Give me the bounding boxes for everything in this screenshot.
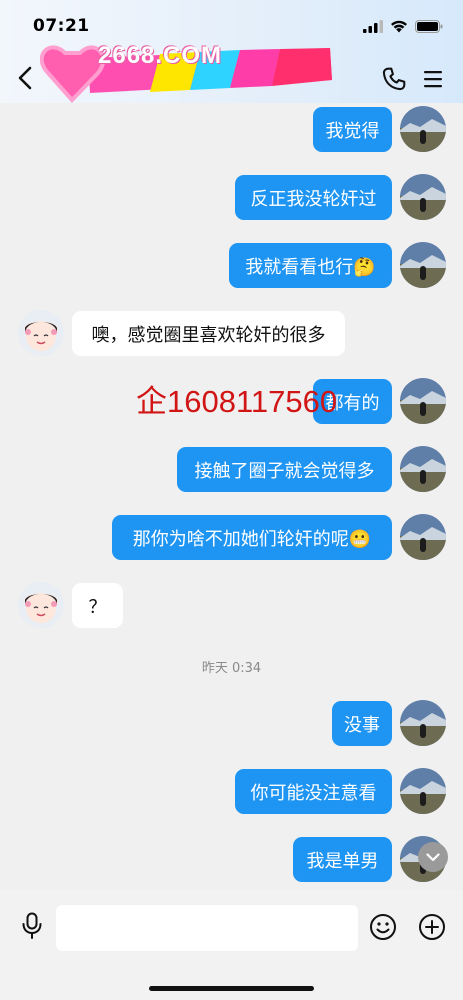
message-row: 那你为啥不加她们轮奸的呢😬: [0, 513, 463, 561]
avatar[interactable]: [400, 378, 446, 424]
watermark-text: 2668.COM: [98, 42, 223, 69]
status-icons: [363, 20, 443, 33]
message-row: 我觉得: [0, 105, 463, 153]
incoming-message-bubble[interactable]: 噢，感觉圈里喜欢轮奸的很多: [72, 311, 345, 356]
overlay-ad-text: 企1608117560: [136, 384, 338, 419]
avatar[interactable]: [18, 582, 64, 628]
plus-icon[interactable]: [418, 913, 446, 941]
status-time: 07:21: [33, 16, 90, 36]
outgoing-message-bubble[interactable]: 我就看看也行🤔: [229, 243, 392, 288]
avatar[interactable]: [400, 106, 446, 152]
message-row: 我就看看也行🤔: [0, 241, 463, 289]
message-row: 我是单男: [0, 835, 463, 883]
message-row: 你可能没注意看: [0, 767, 463, 815]
message-timestamp: 昨天 0:34: [201, 661, 262, 676]
avatar[interactable]: [400, 700, 446, 746]
microphone-icon[interactable]: [20, 912, 44, 940]
avatar[interactable]: [400, 242, 446, 288]
message-input[interactable]: [56, 905, 358, 951]
outgoing-message-bubble[interactable]: 没事: [332, 701, 392, 746]
outgoing-message-bubble[interactable]: 我是单男: [293, 837, 392, 882]
avatar[interactable]: [400, 514, 446, 560]
emoji-icon[interactable]: [369, 913, 397, 941]
message-row: 没事: [0, 699, 463, 747]
outgoing-message-bubble[interactable]: 我觉得: [313, 107, 392, 152]
avatar[interactable]: [400, 768, 446, 814]
phone-icon[interactable]: [381, 66, 407, 92]
message-row: 接触了圈子就会觉得多: [0, 445, 463, 493]
back-button[interactable]: [12, 63, 38, 93]
message-row: 噢，感觉圈里喜欢轮奸的很多: [0, 309, 463, 357]
message-row: 反正我没轮奸过: [0, 173, 463, 221]
avatar[interactable]: [400, 446, 446, 492]
scroll-to-bottom-button[interactable]: [418, 842, 448, 872]
incoming-message-bubble[interactable]: ？: [72, 583, 123, 628]
outgoing-message-bubble[interactable]: 接触了圈子就会觉得多: [177, 447, 392, 492]
avatar[interactable]: [400, 174, 446, 220]
input-bar: [0, 890, 463, 1000]
chevron-down-icon: [426, 852, 440, 861]
battery-icon: [415, 20, 443, 33]
avatar[interactable]: [18, 310, 64, 356]
home-indicator: [149, 986, 314, 991]
top-bar: 07:21 2668.COM: [0, 0, 463, 103]
message-row: ？: [0, 581, 463, 629]
hamburger-menu-icon[interactable]: [421, 67, 445, 91]
outgoing-message-bubble[interactable]: 那你为啥不加她们轮奸的呢😬: [112, 515, 392, 560]
chevron-left-icon: [18, 66, 32, 90]
outgoing-message-bubble[interactable]: 你可能没注意看: [235, 769, 392, 814]
cellular-signal-icon: [363, 20, 383, 33]
outgoing-message-bubble[interactable]: 反正我没轮奸过: [235, 175, 392, 220]
wifi-icon: [391, 20, 407, 33]
chat-area[interactable]: 我觉得 反正我没轮奸过 我就看看也行🤔 噢，感觉圈里喜欢轮奸的很多 都有的 接触…: [0, 103, 463, 890]
